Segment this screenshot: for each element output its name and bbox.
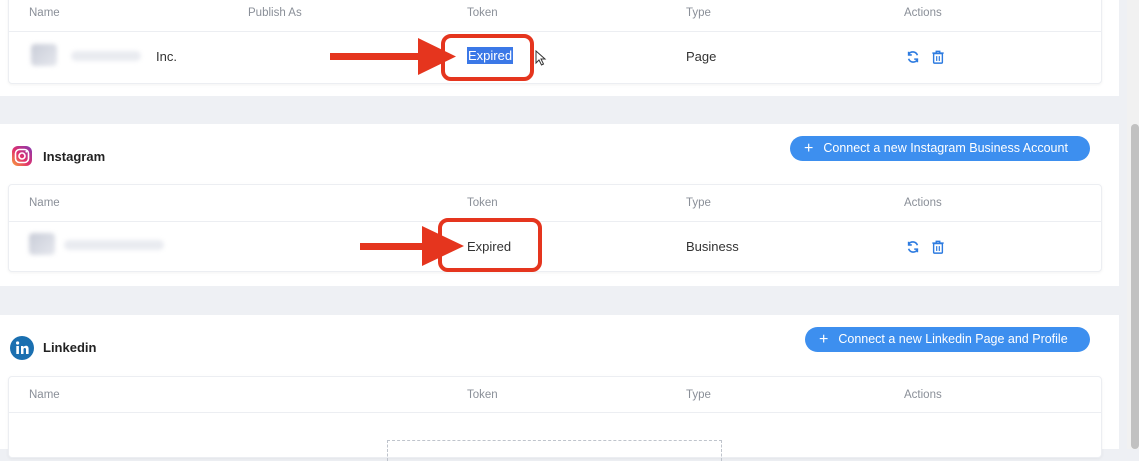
table-row: Expired Business xyxy=(9,222,1101,271)
avatar xyxy=(31,44,57,66)
instagram-title: Instagram xyxy=(43,149,106,164)
plus-icon: + xyxy=(819,331,829,348)
instagram-card: Instagram + Connect a new Instagram Busin… xyxy=(0,124,1119,286)
linkedin-title: Linkedin xyxy=(43,340,97,355)
trash-icon[interactable] xyxy=(931,50,945,64)
annotation-arrow-1 xyxy=(330,38,456,75)
instagram-table: Name Token Type Actions Expired Business xyxy=(8,184,1102,272)
header-name: Name xyxy=(29,389,60,401)
header-type: Type xyxy=(686,389,711,401)
connect-linkedin-button[interactable]: + Connect a new Linkedin Page and Profile xyxy=(805,327,1090,352)
type-value: Page xyxy=(686,49,717,64)
linkedin-card: Linkedin + Connect a new Linkedin Page an… xyxy=(0,315,1119,461)
table-row: Inc. Expired Page xyxy=(9,32,1101,82)
linkedin-table: Name Token Type Actions xyxy=(8,376,1102,461)
header-token: Token xyxy=(467,7,498,19)
empty-state-placeholder xyxy=(387,440,722,461)
linkedin-logo-icon xyxy=(10,336,34,360)
header-type: Type xyxy=(686,7,711,19)
header-actions: Actions xyxy=(904,197,942,209)
scrollbar-thumb[interactable] xyxy=(1131,124,1139,449)
annotation-box-2 xyxy=(438,218,542,272)
annotation-box-1 xyxy=(441,34,534,81)
header-token: Token xyxy=(467,389,498,401)
table-header: Name Token Type Actions xyxy=(9,377,1101,413)
mouse-cursor-icon xyxy=(535,50,547,66)
avatar xyxy=(29,233,55,255)
type-value: Business xyxy=(686,239,739,254)
header-name: Name xyxy=(29,7,60,19)
facebook-card: Name Publish As Token Type Actions Inc. … xyxy=(0,0,1119,96)
connect-instagram-button[interactable]: + Connect a new Instagram Business Accoun… xyxy=(790,136,1090,161)
connect-instagram-label: Connect a new Instagram Business Account xyxy=(823,141,1068,155)
instagram-logo-icon xyxy=(12,146,32,166)
header-actions: Actions xyxy=(904,389,942,401)
header-type: Type xyxy=(686,197,711,209)
header-token: Token xyxy=(467,197,498,209)
refresh-icon[interactable] xyxy=(906,50,920,64)
facebook-table: Name Publish As Token Type Actions Inc. … xyxy=(8,0,1102,84)
plus-icon: + xyxy=(804,140,814,157)
header-publish-as: Publish As xyxy=(248,7,302,19)
table-header: Name Token Type Actions xyxy=(9,185,1101,222)
refresh-icon[interactable] xyxy=(906,240,920,254)
header-actions: Actions xyxy=(904,7,942,19)
header-name: Name xyxy=(29,197,60,209)
connect-linkedin-label: Connect a new Linkedin Page and Profile xyxy=(838,332,1068,346)
table-header: Name Publish As Token Type Actions xyxy=(9,0,1101,32)
blurred-name xyxy=(64,240,164,250)
account-name-suffix: Inc. xyxy=(156,49,177,64)
trash-icon[interactable] xyxy=(931,240,945,254)
blurred-name xyxy=(71,51,141,61)
